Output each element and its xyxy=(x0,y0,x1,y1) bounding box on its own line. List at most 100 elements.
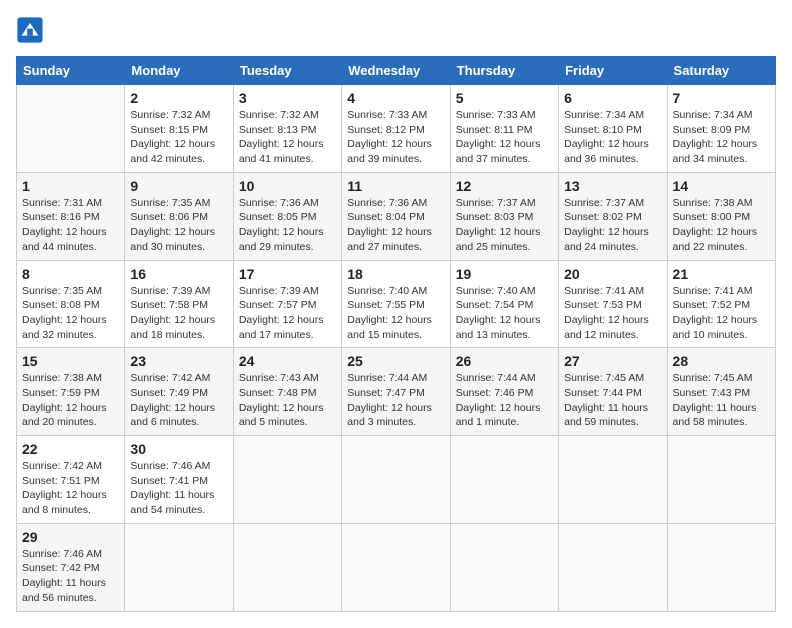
day-number: 23 xyxy=(130,353,227,369)
day-number: 4 xyxy=(347,90,444,106)
calendar-day-cell xyxy=(342,436,450,524)
calendar-day-cell: 10 Sunrise: 7:36 AM Sunset: 8:05 PM Dayli… xyxy=(233,172,341,260)
day-number: 3 xyxy=(239,90,336,106)
calendar-week-row: 2Sunrise: 7:32 AM Sunset: 8:15 PM Daylig… xyxy=(17,85,776,173)
calendar-day-cell: 26 Sunrise: 7:44 AM Sunset: 7:46 PM Dayli… xyxy=(450,348,558,436)
calendar-day-cell xyxy=(667,436,775,524)
day-info: Sunrise: 7:46 AM Sunset: 7:42 PM Dayligh… xyxy=(22,547,119,606)
day-info: Sunrise: 7:43 AM Sunset: 7:48 PM Dayligh… xyxy=(239,371,336,430)
calendar-day-cell: 3 Sunrise: 7:32 AM Sunset: 8:13 PM Daylig… xyxy=(233,85,341,173)
day-number: 10 xyxy=(239,178,336,194)
day-info: Sunrise: 7:35 AM Sunset: 8:06 PM Dayligh… xyxy=(130,196,227,255)
day-number: 28 xyxy=(673,353,770,369)
day-info: Sunrise: 7:44 AM Sunset: 7:46 PM Dayligh… xyxy=(456,371,553,430)
calendar-day-cell: 20 Sunrise: 7:41 AM Sunset: 7:53 PM Dayli… xyxy=(559,260,667,348)
logo xyxy=(16,16,48,44)
col-header-thursday: Thursday xyxy=(450,57,558,85)
calendar-day-cell: 2Sunrise: 7:32 AM Sunset: 8:15 PM Daylig… xyxy=(125,85,233,173)
calendar-day-cell: 4 Sunrise: 7:33 AM Sunset: 8:12 PM Daylig… xyxy=(342,85,450,173)
day-number: 7 xyxy=(673,90,770,106)
col-header-friday: Friday xyxy=(559,57,667,85)
calendar-day-cell: 5Sunrise: 7:33 AM Sunset: 8:11 PM Daylig… xyxy=(450,85,558,173)
day-info: Sunrise: 7:40 AM Sunset: 7:54 PM Dayligh… xyxy=(456,284,553,343)
day-number: 20 xyxy=(564,266,661,282)
calendar-day-cell xyxy=(125,523,233,611)
calendar-day-cell xyxy=(233,436,341,524)
col-header-tuesday: Tuesday xyxy=(233,57,341,85)
day-number: 24 xyxy=(239,353,336,369)
day-info: Sunrise: 7:42 AM Sunset: 7:49 PM Dayligh… xyxy=(130,371,227,430)
calendar-week-row: 15 Sunrise: 7:38 AM Sunset: 7:59 PM Dayli… xyxy=(17,348,776,436)
day-number: 21 xyxy=(673,266,770,282)
calendar-day-cell: 7 Sunrise: 7:34 AM Sunset: 8:09 PM Daylig… xyxy=(667,85,775,173)
calendar-day-cell xyxy=(17,85,125,173)
calendar-day-cell xyxy=(450,436,558,524)
calendar-day-cell: 28 Sunrise: 7:45 AM Sunset: 7:43 PM Dayli… xyxy=(667,348,775,436)
day-number: 18 xyxy=(347,266,444,282)
calendar-day-cell: 27 Sunrise: 7:45 AM Sunset: 7:44 PM Dayli… xyxy=(559,348,667,436)
day-info: Sunrise: 7:34 AM Sunset: 8:10 PM Dayligh… xyxy=(564,108,661,167)
calendar-day-cell: 14Sunrise: 7:38 AM Sunset: 8:00 PM Dayli… xyxy=(667,172,775,260)
calendar-header-row: SundayMondayTuesdayWednesdayThursdayFrid… xyxy=(17,57,776,85)
day-info: Sunrise: 7:32 AM Sunset: 8:13 PM Dayligh… xyxy=(239,108,336,167)
day-info: Sunrise: 7:39 AM Sunset: 7:58 PM Dayligh… xyxy=(130,284,227,343)
day-number: 1 xyxy=(22,178,119,194)
day-info: Sunrise: 7:46 AM Sunset: 7:41 PM Dayligh… xyxy=(130,459,227,518)
day-number: 9 xyxy=(130,178,227,194)
calendar-day-cell xyxy=(559,523,667,611)
day-number: 25 xyxy=(347,353,444,369)
day-number: 12 xyxy=(456,178,553,194)
day-info: Sunrise: 7:37 AM Sunset: 8:03 PM Dayligh… xyxy=(456,196,553,255)
day-info: Sunrise: 7:42 AM Sunset: 7:51 PM Dayligh… xyxy=(22,459,119,518)
calendar-week-row: 8 Sunrise: 7:35 AM Sunset: 8:08 PM Daylig… xyxy=(17,260,776,348)
day-info: Sunrise: 7:41 AM Sunset: 7:52 PM Dayligh… xyxy=(673,284,770,343)
calendar-day-cell xyxy=(450,523,558,611)
calendar-day-cell: 13 Sunrise: 7:37 AM Sunset: 8:02 PM Dayli… xyxy=(559,172,667,260)
calendar-day-cell: 6 Sunrise: 7:34 AM Sunset: 8:10 PM Daylig… xyxy=(559,85,667,173)
day-number: 29 xyxy=(22,529,119,545)
day-info: Sunrise: 7:38 AM Sunset: 7:59 PM Dayligh… xyxy=(22,371,119,430)
day-info: Sunrise: 7:45 AM Sunset: 7:43 PM Dayligh… xyxy=(673,371,770,430)
day-number: 11 xyxy=(347,178,444,194)
calendar-table: SundayMondayTuesdayWednesdayThursdayFrid… xyxy=(16,56,776,612)
day-number: 30 xyxy=(130,441,227,457)
calendar-day-cell xyxy=(233,523,341,611)
calendar-day-cell xyxy=(342,523,450,611)
day-number: 22 xyxy=(22,441,119,457)
calendar-day-cell: 22 Sunrise: 7:42 AM Sunset: 7:51 PM Dayli… xyxy=(17,436,125,524)
day-info: Sunrise: 7:45 AM Sunset: 7:44 PM Dayligh… xyxy=(564,371,661,430)
calendar-day-cell: 19 Sunrise: 7:40 AM Sunset: 7:54 PM Dayli… xyxy=(450,260,558,348)
day-number: 6 xyxy=(564,90,661,106)
calendar-day-cell xyxy=(667,523,775,611)
col-header-sunday: Sunday xyxy=(17,57,125,85)
calendar-day-cell: 16Sunrise: 7:39 AM Sunset: 7:58 PM Dayli… xyxy=(125,260,233,348)
day-info: Sunrise: 7:36 AM Sunset: 8:05 PM Dayligh… xyxy=(239,196,336,255)
calendar-day-cell: 17Sunrise: 7:39 AM Sunset: 7:57 PM Dayli… xyxy=(233,260,341,348)
calendar-day-cell: 11 Sunrise: 7:36 AM Sunset: 8:04 PM Dayli… xyxy=(342,172,450,260)
day-number: 17 xyxy=(239,266,336,282)
day-info: Sunrise: 7:33 AM Sunset: 8:12 PM Dayligh… xyxy=(347,108,444,167)
day-info: Sunrise: 7:40 AM Sunset: 7:55 PM Dayligh… xyxy=(347,284,444,343)
day-number: 5 xyxy=(456,90,553,106)
logo-icon xyxy=(16,16,44,44)
day-info: Sunrise: 7:31 AM Sunset: 8:16 PM Dayligh… xyxy=(22,196,119,255)
day-info: Sunrise: 7:36 AM Sunset: 8:04 PM Dayligh… xyxy=(347,196,444,255)
calendar-week-row: 29 Sunrise: 7:46 AM Sunset: 7:42 PM Dayli… xyxy=(17,523,776,611)
day-number: 14 xyxy=(673,178,770,194)
calendar-day-cell xyxy=(559,436,667,524)
calendar-week-row: 1 Sunrise: 7:31 AM Sunset: 8:16 PM Daylig… xyxy=(17,172,776,260)
day-number: 15 xyxy=(22,353,119,369)
calendar-day-cell: 21 Sunrise: 7:41 AM Sunset: 7:52 PM Dayli… xyxy=(667,260,775,348)
day-number: 27 xyxy=(564,353,661,369)
day-number: 19 xyxy=(456,266,553,282)
day-info: Sunrise: 7:41 AM Sunset: 7:53 PM Dayligh… xyxy=(564,284,661,343)
day-number: 26 xyxy=(456,353,553,369)
calendar-day-cell: 18 Sunrise: 7:40 AM Sunset: 7:55 PM Dayli… xyxy=(342,260,450,348)
day-number: 13 xyxy=(564,178,661,194)
day-info: Sunrise: 7:34 AM Sunset: 8:09 PM Dayligh… xyxy=(673,108,770,167)
day-info: Sunrise: 7:37 AM Sunset: 8:02 PM Dayligh… xyxy=(564,196,661,255)
calendar-day-cell: 15 Sunrise: 7:38 AM Sunset: 7:59 PM Dayli… xyxy=(17,348,125,436)
day-number: 8 xyxy=(22,266,119,282)
calendar-day-cell: 23 Sunrise: 7:42 AM Sunset: 7:49 PM Dayli… xyxy=(125,348,233,436)
day-info: Sunrise: 7:35 AM Sunset: 8:08 PM Dayligh… xyxy=(22,284,119,343)
